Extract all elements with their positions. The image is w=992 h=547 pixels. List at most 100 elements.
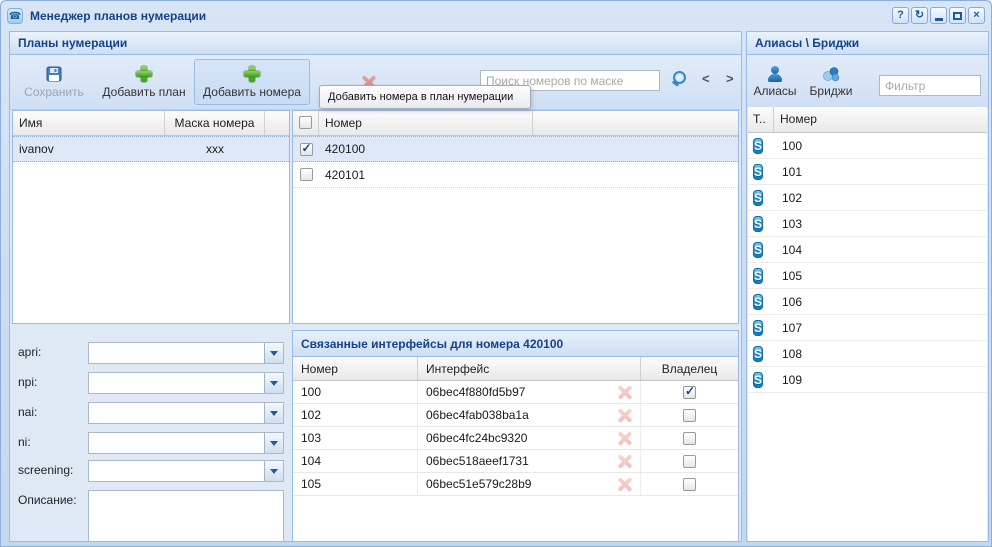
plan-name: ivanov — [13, 142, 165, 156]
screening-label: screening: — [18, 463, 73, 477]
minimize-icon — [935, 18, 943, 21]
interface-row[interactable]: 100 06bec4f880fd5b97 — [293, 381, 738, 404]
chevron-down-icon[interactable] — [264, 403, 283, 423]
interface-row[interactable]: 104 06bec518aeef1731 — [293, 450, 738, 473]
owner-checkbox[interactable] — [683, 478, 696, 491]
alias-row[interactable]: S 108 — [748, 341, 987, 367]
save-button[interactable]: Сохранить — [14, 59, 94, 105]
add-numbers-button[interactable]: Добавить номера — [194, 59, 310, 105]
alias-row[interactable]: S 102 — [748, 185, 987, 211]
interface-id: 06bec4fc24bc9320 — [426, 431, 527, 445]
sip-icon: S — [753, 138, 763, 154]
alias-row[interactable]: S 106 — [748, 289, 987, 315]
apri-combo[interactable] — [88, 342, 284, 364]
column-header-spacer — [533, 111, 738, 135]
ni-combo[interactable] — [88, 432, 284, 454]
interface-number: 100 — [293, 381, 418, 403]
bridges-button[interactable]: Бриджи — [805, 60, 857, 104]
alias-row[interactable]: S 104 — [748, 237, 987, 263]
interface-row[interactable]: 105 06bec51e579c28b9 — [293, 473, 738, 496]
owner-checkbox[interactable] — [683, 455, 696, 468]
add-plan-button[interactable]: Добавить план — [96, 59, 192, 105]
alias-number: 102 — [776, 191, 979, 205]
close-button[interactable]: × — [968, 7, 985, 24]
numbers-grid-header: Номер — [293, 111, 738, 136]
alias-row[interactable]: S 103 — [748, 211, 987, 237]
owner-checkbox[interactable] — [683, 432, 696, 445]
column-header-owner[interactable]: Владелец — [641, 357, 738, 380]
search-icon[interactable] — [670, 70, 688, 88]
window-controls: ? ↻ × — [892, 7, 985, 24]
number-checkbox[interactable] — [300, 143, 313, 156]
alias-row[interactable]: S 101 — [748, 159, 987, 185]
interface-number: 105 — [293, 473, 418, 495]
maximize-icon — [953, 12, 962, 20]
plans-grid-header: Имя Маска номера — [13, 111, 289, 136]
column-header-actions — [265, 111, 289, 135]
alias-number: 101 — [776, 165, 979, 179]
chevron-down-icon[interactable] — [264, 343, 283, 363]
chevron-down-icon[interactable] — [264, 461, 283, 481]
related-grid-header: Номер Интерфейс Владелец — [293, 357, 738, 381]
interface-number: 103 — [293, 427, 418, 449]
number-row[interactable]: 420101 — [293, 162, 738, 188]
nai-combo[interactable] — [88, 402, 284, 424]
owner-checkbox[interactable] — [683, 409, 696, 422]
column-header-number[interactable]: Номер — [293, 357, 418, 380]
aliases-grid-header: Т.. Номер — [748, 107, 987, 133]
npi-combo[interactable] — [88, 372, 284, 394]
aliases-bridges-header: Алиасы \ Бриджи — [747, 32, 988, 55]
column-header-name[interactable]: Имя — [13, 111, 165, 135]
column-header-type[interactable]: Т.. — [748, 107, 774, 132]
chevron-down-icon[interactable] — [264, 373, 283, 393]
unlink-icon[interactable] — [617, 477, 632, 492]
unlink-icon[interactable] — [617, 454, 632, 469]
alias-row[interactable]: S 100 — [748, 133, 987, 159]
unlink-icon[interactable] — [617, 408, 632, 423]
refresh-button[interactable]: ↻ — [911, 7, 928, 24]
sip-icon: S — [753, 372, 763, 388]
interface-id: 06bec4fab038ba1a — [426, 408, 529, 422]
ni-label: ni: — [18, 435, 31, 449]
aliases-button[interactable]: Алиасы — [751, 60, 799, 104]
column-header-number[interactable]: Номер — [319, 111, 533, 135]
form-row-description: Описание: — [10, 490, 290, 546]
related-interfaces-title: Связанные интерфейсы для номера 420100 — [293, 331, 738, 357]
related-interfaces-panel: Связанные интерфейсы для номера 420100 Н… — [292, 330, 739, 542]
unlink-icon[interactable] — [617, 385, 632, 400]
number-checkbox[interactable] — [300, 168, 313, 181]
column-header-interface[interactable]: Интерфейс — [418, 357, 641, 380]
alias-row[interactable]: S 105 — [748, 263, 987, 289]
description-textarea[interactable] — [88, 490, 284, 542]
minimize-button[interactable] — [930, 7, 947, 24]
alias-number: 108 — [776, 347, 979, 361]
aliases-grid: Т.. Номер S 100 S 101 S 102 S 103 — [748, 107, 987, 541]
interface-id: 06bec51e579c28b9 — [426, 477, 531, 491]
column-header-number[interactable]: Номер — [774, 107, 987, 132]
owner-checkbox[interactable] — [683, 386, 696, 399]
number-row[interactable]: 420100 — [293, 136, 738, 162]
filter-input[interactable] — [879, 75, 981, 96]
apri-label: apri: — [18, 345, 41, 359]
interface-row[interactable]: 103 06bec4fc24bc9320 — [293, 427, 738, 450]
screening-combo[interactable] — [88, 460, 284, 482]
prev-page-button[interactable]: < — [702, 71, 710, 86]
chevron-down-icon[interactable] — [264, 433, 283, 453]
add-plan-label: Добавить план — [102, 85, 185, 99]
next-page-button[interactable]: > — [726, 71, 734, 86]
unlink-icon[interactable] — [617, 431, 632, 446]
add-plan-icon — [136, 66, 152, 82]
help-button[interactable]: ? — [892, 7, 909, 24]
plan-row[interactable]: ivanov xxx — [13, 136, 289, 162]
alias-number: 105 — [776, 269, 979, 283]
add-numbers-icon — [244, 66, 260, 82]
select-all-checkbox[interactable] — [299, 116, 312, 129]
alias-number: 107 — [776, 321, 979, 335]
column-header-mask[interactable]: Маска номера — [165, 111, 265, 135]
interface-row[interactable]: 102 06bec4fab038ba1a — [293, 404, 738, 427]
sip-icon: S — [753, 268, 763, 284]
maximize-button[interactable] — [949, 7, 966, 24]
alias-row[interactable]: S 107 — [748, 315, 987, 341]
phone-icon: ☎ — [7, 8, 23, 24]
alias-row[interactable]: S 109 — [748, 367, 987, 393]
